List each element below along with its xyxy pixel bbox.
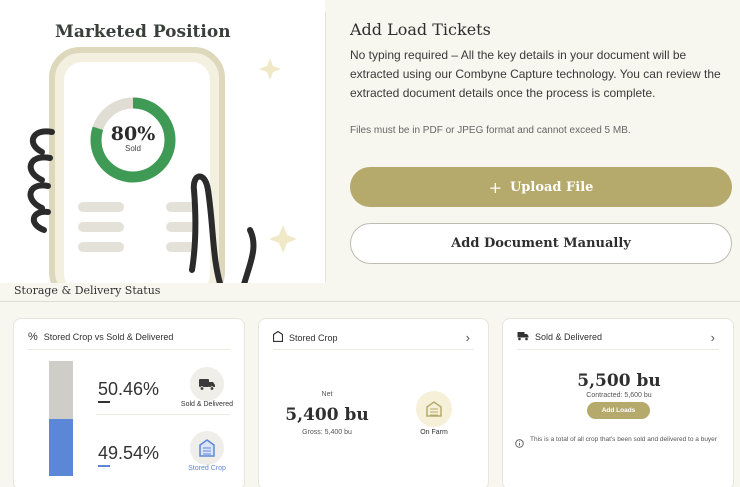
upload-file-label: Upload File <box>509 179 594 195</box>
card-header-divider <box>28 349 230 350</box>
load-tickets-description: No typing required – All the key details… <box>350 48 721 100</box>
stored-crop-title: Stored Crop <box>289 332 338 343</box>
silo-icon <box>190 431 224 465</box>
add-loads-button[interactable]: Add Loads <box>587 402 650 419</box>
net-value: 5,400 bu <box>285 405 369 425</box>
card-header-divider <box>273 349 474 350</box>
add-load-tickets-panel: Add Load Tickets No typing required – Al… <box>350 0 735 283</box>
sold-delivered-label: Sold & Delivered <box>180 401 234 408</box>
truck-icon <box>190 367 224 401</box>
on-farm-label: On Farm <box>420 429 448 436</box>
stored-crop-label: Stored Crop <box>188 465 226 472</box>
info-icon <box>515 435 524 453</box>
contracted-value: Contracted: 5,600 bu <box>586 392 652 399</box>
sold-delivered-value: 5,500 bu <box>577 371 661 391</box>
plus-icon: + <box>488 177 502 197</box>
stored-percent-underline <box>98 465 110 467</box>
stored-vs-sold-title: Stored Crop vs Sold & Delivered <box>43 332 174 342</box>
sold-delivered-card[interactable]: Sold & Delivered › 5,500 bu Contracted: … <box>502 318 734 487</box>
gauge-caption: Sold <box>124 144 141 153</box>
gauge-percent: 80% <box>110 123 156 145</box>
stored-crop-header: Stored Crop <box>272 330 338 344</box>
silo-small-icon <box>272 330 284 344</box>
sold-percent-underline <box>98 401 110 403</box>
sold-delivered-title: Sold & Delivered <box>535 332 603 342</box>
info-text: This is a total of all crop that's been … <box>530 436 717 443</box>
marketed-position-illustration: Marketed Position 80% Sold <box>0 0 325 283</box>
stored-vs-sold-header: % Stored Crop vs Sold & Delivered <box>28 331 173 343</box>
sold-percent: 50.46% <box>98 379 160 399</box>
percent-icon: % <box>28 331 38 343</box>
gauge-readout: 80% Sold <box>103 124 163 153</box>
sold-delivered-header: Sold & Delivered <box>517 331 602 343</box>
sold-bar-segment <box>49 361 73 420</box>
chevron-right-icon[interactable]: › <box>711 330 715 345</box>
card-header-divider <box>517 349 719 350</box>
farm-storage-icon <box>416 391 452 427</box>
load-tickets-title: Add Load Tickets <box>350 20 491 39</box>
stored-vs-sold-card: % Stored Crop vs Sold & Delivered 50.46%… <box>13 318 245 487</box>
file-format-note: Files must be in PDF or JPEG format and … <box>350 125 631 136</box>
section-title: Storage & Delivery Status <box>14 284 161 297</box>
chevron-right-icon[interactable]: › <box>466 330 470 345</box>
net-label: Net <box>321 391 333 398</box>
upload-file-button[interactable]: + Upload File <box>350 167 732 207</box>
gross-value: Gross: 5,400 bu <box>302 429 352 436</box>
sold-delivered-info: This is a total of all crop that's been … <box>515 435 720 453</box>
stored-percent: 49.54% <box>98 443 160 463</box>
stored-crop-card[interactable]: Stored Crop › Net 5,400 bu Gross: 5,400 … <box>258 318 489 487</box>
truck-small-icon <box>517 331 529 343</box>
add-document-manually-button[interactable]: Add Document Manually <box>350 223 732 264</box>
stored-vs-sold-bar <box>49 361 73 476</box>
add-document-manually-label: Add Document Manually <box>451 236 631 251</box>
vertical-divider <box>325 12 326 282</box>
card-row-divider <box>96 414 230 415</box>
section-divider <box>0 301 740 302</box>
stored-bar-segment <box>49 419 73 476</box>
